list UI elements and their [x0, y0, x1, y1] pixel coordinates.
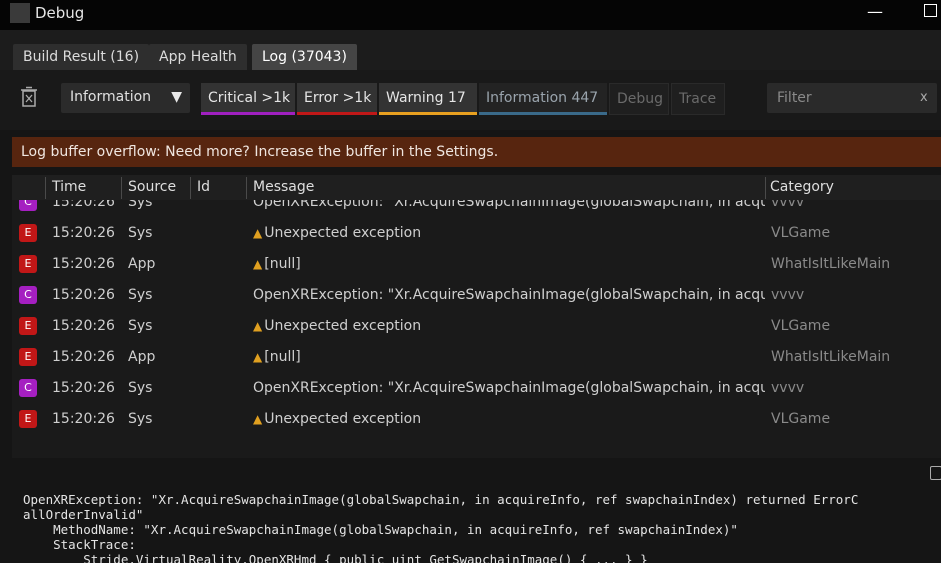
- row-source: Sys: [128, 225, 153, 241]
- row-source: Sys: [128, 411, 153, 427]
- filter-critical-button[interactable]: Critical >1k: [201, 83, 295, 115]
- row-time: 15:20:26: [52, 380, 115, 396]
- log-toolbar: Information ▼ Critical >1k Error >1k War…: [0, 70, 941, 130]
- column-header-id[interactable]: Id: [197, 179, 210, 195]
- column-header-message[interactable]: Message: [253, 179, 314, 195]
- column-separator[interactable]: [121, 177, 122, 199]
- level-badge: E: [19, 410, 37, 428]
- log-detail-text: OpenXRException: "Xr.AcquireSwapchainIma…: [23, 492, 859, 563]
- row-category: WhatIsItLikeMain: [771, 256, 891, 272]
- table-row[interactable]: E 15:20:26 App ▲[null] WhatIsItLikeMain: [12, 342, 941, 373]
- log-detail-panel: OpenXRException: "Xr.AcquireSwapchainIma…: [0, 484, 941, 563]
- table-row[interactable]: E 15:20:26 Sys ▲ Unexpected exception VLGame: [12, 311, 941, 342]
- row-time: 15:20:26: [52, 287, 115, 303]
- filter-trace-button[interactable]: Trace: [671, 83, 725, 115]
- row-message: OpenXRException: "Xr.AcquireSwapchainIma…: [253, 287, 765, 303]
- maximize-icon[interactable]: [924, 4, 937, 17]
- row-message: ▲ Unexpected exception: [253, 318, 765, 334]
- column-separator[interactable]: [765, 177, 766, 199]
- row-source: Sys: [128, 318, 153, 334]
- column-header-category[interactable]: Category: [770, 179, 834, 195]
- tab-log[interactable]: Log (37043): [252, 44, 357, 70]
- row-message-text: [null]: [264, 349, 301, 365]
- clear-filter-icon[interactable]: x: [920, 90, 928, 105]
- row-message: ▲ Unexpected exception: [253, 225, 765, 241]
- tab-build-result[interactable]: Build Result (16): [13, 44, 150, 70]
- row-category: VLGame: [771, 318, 831, 334]
- buffer-overflow-banner: Log buffer overflow: Need more? Increase…: [12, 137, 941, 167]
- row-source: Sys: [128, 380, 153, 396]
- filter-error-button[interactable]: Error >1k: [297, 83, 377, 115]
- row-source: App: [128, 256, 156, 272]
- row-time: 15:20:26: [52, 256, 115, 272]
- row-message: ▲ Unexpected exception: [253, 411, 765, 427]
- app-icon: [10, 3, 30, 23]
- filter-warning-button[interactable]: Warning 17: [379, 83, 477, 115]
- column-separator[interactable]: [45, 177, 46, 199]
- tab-bar: Build Result (16) App Health Log (37043): [0, 30, 941, 70]
- row-message: ▲[null]: [253, 349, 765, 365]
- table-row[interactable]: C 15:20:26 Sys OpenXRException: "Xr.Acquire…: [12, 280, 941, 311]
- table-header: Time Source Id Message Category: [12, 175, 941, 200]
- minimize-icon[interactable]: —: [867, 2, 883, 21]
- warning-icon: ▲: [253, 412, 263, 426]
- row-message-text: Unexpected exception: [264, 225, 422, 241]
- row-message-text: [null]: [264, 256, 301, 272]
- level-badge: C: [19, 286, 37, 304]
- window-title: Debug: [35, 4, 85, 22]
- row-time: 15:20:26: [52, 318, 115, 334]
- row-category: vvvv: [771, 287, 805, 303]
- row-message-text: Unexpected exception: [264, 411, 422, 427]
- chevron-down-icon: ▼: [171, 89, 182, 105]
- warning-icon: ▲: [253, 257, 263, 271]
- filter-information-button[interactable]: Information 447: [479, 83, 607, 115]
- level-badge: C: [19, 379, 37, 397]
- row-message-text: OpenXRException: "Xr.AcquireSwapchainIma…: [253, 380, 765, 396]
- row-category: VLGame: [771, 411, 831, 427]
- level-badge: E: [19, 317, 37, 335]
- row-category: vvvv: [771, 380, 805, 396]
- table-row[interactable]: C 15:20:26 Sys OpenXRException: "Xr.Acquire…: [12, 373, 941, 404]
- clear-log-icon[interactable]: [18, 86, 40, 108]
- row-time: 15:20:26: [52, 225, 115, 241]
- column-separator[interactable]: [246, 177, 247, 199]
- column-header-source[interactable]: Source: [128, 179, 176, 195]
- row-time: 15:20:26: [52, 349, 115, 365]
- title-bar: Debug —: [0, 0, 941, 30]
- warning-icon: ▲: [253, 226, 263, 240]
- log-level-select[interactable]: Information ▼: [61, 83, 190, 113]
- copy-icon[interactable]: [930, 466, 941, 480]
- row-category: WhatIsItLikeMain: [771, 349, 891, 365]
- table-row[interactable]: E 15:20:26 Sys ▲ Unexpected exception VLGame: [12, 404, 941, 435]
- level-badge: E: [19, 255, 37, 273]
- row-message: ▲[null]: [253, 256, 765, 272]
- table-row[interactable]: E 15:20:26 Sys ▲ Unexpected exception VLGame: [12, 218, 941, 249]
- column-separator[interactable]: [190, 177, 191, 199]
- row-message-text: Unexpected exception: [264, 318, 422, 334]
- level-badge: E: [19, 224, 37, 242]
- row-time: 15:20:26: [52, 411, 115, 427]
- tab-app-health[interactable]: App Health: [149, 44, 247, 70]
- table-row[interactable]: E 15:20:26 App ▲[null] WhatIsItLikeMain: [12, 249, 941, 280]
- filter-input[interactable]: [767, 83, 937, 113]
- log-level-value: Information: [70, 89, 152, 105]
- row-category: VLGame: [771, 225, 831, 241]
- row-message: OpenXRException: "Xr.AcquireSwapchainIma…: [253, 380, 765, 396]
- row-message-text: OpenXRException: "Xr.AcquireSwapchainIma…: [253, 287, 765, 303]
- warning-icon: ▲: [253, 319, 263, 333]
- row-source: App: [128, 349, 156, 365]
- warning-icon: ▲: [253, 350, 263, 364]
- column-header-time[interactable]: Time: [52, 179, 86, 195]
- row-source: Sys: [128, 287, 153, 303]
- filter-debug-button[interactable]: Debug: [609, 83, 669, 115]
- log-table: E15:20:26App▲[null]WhatIsItLikeMainC15:2…: [12, 175, 941, 458]
- level-badge: E: [19, 348, 37, 366]
